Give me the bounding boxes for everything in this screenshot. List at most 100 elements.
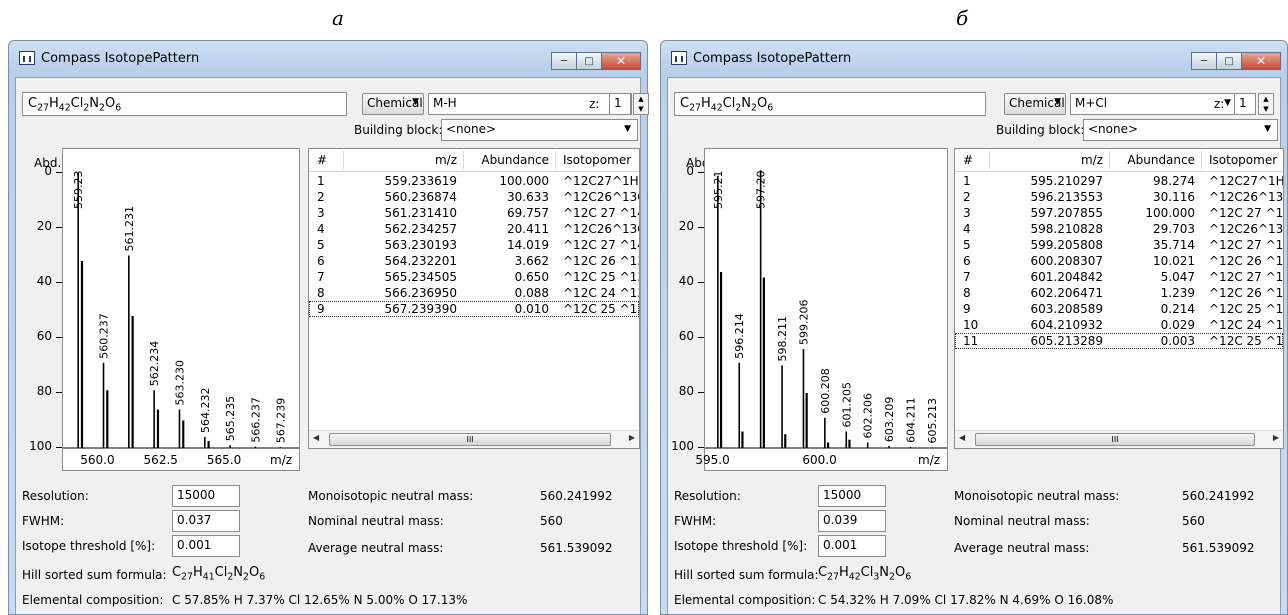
charge-value: 1 xyxy=(1239,96,1247,110)
table-row[interactable]: 3 561.231410 69.757 ^12C 27 ^14 xyxy=(309,205,639,221)
nominal-mass-label: Nominal neutral mass: xyxy=(954,514,1090,528)
mono-mass-label: Monoisotopic neutral mass: xyxy=(954,489,1120,503)
building-block-label: Building block: xyxy=(354,123,443,137)
fwhm-input[interactable]: 0.039 xyxy=(818,510,886,532)
table-row[interactable]: 7 565.234505 0.650 ^12C 25 ^13 xyxy=(309,269,639,285)
chevron-down-icon: ▼ xyxy=(1264,124,1271,134)
col-header-abundance[interactable]: Abundance xyxy=(1127,153,1195,167)
col-header-index[interactable]: # xyxy=(317,153,327,167)
cell-isotopomer: ^12C27^1H4 xyxy=(1209,174,1284,188)
formula-part: Cl xyxy=(860,565,874,580)
cell-index: 1 xyxy=(317,174,325,188)
resolution-input[interactable]: 15000 xyxy=(172,485,240,507)
title-bar[interactable]: Compass IsotopePattern ─ □ ✕ xyxy=(661,41,1287,77)
title-bar[interactable]: Compass IsotopePattern ─ □ ✕ xyxy=(9,41,647,77)
cell-abundance: 69.757 xyxy=(507,206,549,220)
isotope-table[interactable]: # m/z Abundance Isotopomer 1 595.210297 … xyxy=(954,148,1284,449)
table-row[interactable]: 3 597.207855 100.000 ^12C 27 ^14 xyxy=(955,205,1283,221)
table-row[interactable]: 9 603.208589 0.214 ^12C 25 ^13 xyxy=(955,301,1283,317)
table-horizontal-scrollbar[interactable]: ◀ III ▶ xyxy=(309,430,639,448)
isotope-table[interactable]: # m/z Abundance Isotopomer 1 559.233619 … xyxy=(308,148,640,449)
table-row[interactable]: 7 601.204842 5.047 ^12C 27 ^14 xyxy=(955,269,1283,285)
threshold-value: 0.001 xyxy=(177,538,212,552)
maximize-button[interactable]: □ xyxy=(1216,52,1242,70)
cell-index: 7 xyxy=(963,270,971,284)
x-axis-unit: m/z xyxy=(270,453,293,467)
table-row[interactable]: 8 602.206471 1.239 ^12C 26 ^13 xyxy=(955,285,1283,301)
scrollbar-thumb[interactable]: III xyxy=(329,433,611,446)
cell-isotopomer: ^12C26^13C xyxy=(1209,190,1284,204)
col-header-mz[interactable]: m/z xyxy=(435,153,457,167)
maximize-button[interactable]: □ xyxy=(576,52,602,70)
building-block-select[interactable]: <none> ▼ xyxy=(1083,119,1278,141)
cell-abundance: 10.021 xyxy=(1153,254,1195,268)
table-row[interactable]: 1 559.233619 100.000 ^12C27^1H4 xyxy=(309,173,639,189)
scroll-left-icon[interactable]: ◀ xyxy=(313,433,319,442)
ion-type-select[interactable]: M-H xyxy=(428,93,632,115)
charge-spinner[interactable]: ▲ ▼ xyxy=(633,93,649,115)
charge-input[interactable]: 1 xyxy=(1234,93,1256,115)
formula-input[interactable]: C27H42Cl2N2O6 xyxy=(674,92,986,116)
col-header-mz[interactable]: m/z xyxy=(1081,153,1103,167)
close-button[interactable]: ✕ xyxy=(601,52,641,70)
formula-part: 42 xyxy=(848,571,861,583)
table-row[interactable]: 11 605.213289 0.003 ^12C 25 ^13 xyxy=(955,333,1283,349)
table-row[interactable]: 5 599.205808 35.714 ^12C 27 ^14 xyxy=(955,237,1283,253)
threshold-input[interactable]: 0.001 xyxy=(172,535,240,557)
scroll-right-icon[interactable]: ▶ xyxy=(1273,433,1279,442)
threshold-input[interactable]: 0.001 xyxy=(818,535,886,557)
cell-mz: 603.208589 xyxy=(1030,302,1103,316)
table-row[interactable]: 5 563.230193 14.019 ^12C 27 ^14 xyxy=(309,237,639,253)
table-row[interactable]: 6 600.208307 10.021 ^12C 26 ^13 xyxy=(955,253,1283,269)
table-row[interactable]: 1 595.210297 98.274 ^12C27^1H4 xyxy=(955,173,1283,189)
table-row[interactable]: 4 562.234257 20.411 ^12C26^13C xyxy=(309,221,639,237)
cell-index: 1 xyxy=(963,174,971,188)
cell-mz: 559.233619 xyxy=(384,174,457,188)
panel-caption-a: a xyxy=(332,6,344,30)
minimize-button[interactable]: ─ xyxy=(1191,52,1217,70)
charge-spinner[interactable]: ▲ ▼ xyxy=(1258,93,1274,115)
cell-mz: 605.213289 xyxy=(1030,334,1103,348)
table-row[interactable]: 2 560.236874 30.633 ^12C26^13C xyxy=(309,189,639,205)
col-header-abundance[interactable]: Abundance xyxy=(481,153,549,167)
scroll-right-icon[interactable]: ▶ xyxy=(629,433,635,442)
fwhm-input[interactable]: 0.037 xyxy=(172,510,240,532)
table-horizontal-scrollbar[interactable]: ◀ III ▶ xyxy=(955,430,1283,448)
table-row[interactable]: 2 596.213553 30.116 ^12C26^13C xyxy=(955,189,1283,205)
col-header-index[interactable]: # xyxy=(963,153,973,167)
charge-input[interactable]: 1 xyxy=(609,93,631,115)
minimize-button[interactable]: ─ xyxy=(551,52,577,70)
scrollbar-thumb[interactable]: III xyxy=(975,433,1255,446)
cell-index: 8 xyxy=(963,286,971,300)
y-tick xyxy=(698,337,704,338)
formula-part: C xyxy=(28,96,38,111)
col-header-isotopomer[interactable]: Isotopomer xyxy=(1209,153,1277,167)
formula-input[interactable]: C27H42Cl2N2O6 xyxy=(22,92,347,116)
average-mass-label: Average neutral mass: xyxy=(308,541,444,555)
chemical-dropdown[interactable]: Chemical ▼ xyxy=(1004,93,1066,115)
table-row[interactable]: 8 566.236950 0.088 ^12C 24 ^13 xyxy=(309,285,639,301)
cell-index: 9 xyxy=(317,302,325,316)
ion-type-select[interactable]: M+Cl ▼ xyxy=(1070,93,1238,115)
scroll-left-icon[interactable]: ◀ xyxy=(959,433,965,442)
x-tick-label: 562.5 xyxy=(143,453,178,467)
chemical-dropdown[interactable]: Chemical ▼ xyxy=(362,93,424,115)
peak-label: 597.20 xyxy=(755,171,768,210)
resolution-input[interactable]: 15000 xyxy=(818,485,886,507)
table-row[interactable]: 10 604.210932 0.029 ^12C 24 ^13 xyxy=(955,317,1283,333)
formula-part: 42 xyxy=(58,102,71,114)
x-tick-label: 595.0 xyxy=(695,453,730,467)
resolution-label: Resolution: xyxy=(674,489,741,503)
nominal-mass-value: 560 xyxy=(1182,514,1205,528)
y-tick xyxy=(698,392,704,393)
formula-part: 41 xyxy=(202,571,215,583)
table-row[interactable]: 9 567.239390 0.010 ^12C 25 ^13 xyxy=(309,301,639,317)
cell-mz: 566.236950 xyxy=(384,286,457,300)
formula-part: C xyxy=(172,565,182,580)
table-row[interactable]: 6 564.232201 3.662 ^12C 26 ^13 xyxy=(309,253,639,269)
col-header-isotopomer[interactable]: Isotopomer xyxy=(563,153,631,167)
threshold-label: Isotope threshold [%]: xyxy=(22,539,156,553)
table-row[interactable]: 4 598.210828 29.703 ^12C26^13C xyxy=(955,221,1283,237)
close-button[interactable]: ✕ xyxy=(1241,52,1281,70)
building-block-select[interactable]: <none> ▼ xyxy=(441,119,638,141)
